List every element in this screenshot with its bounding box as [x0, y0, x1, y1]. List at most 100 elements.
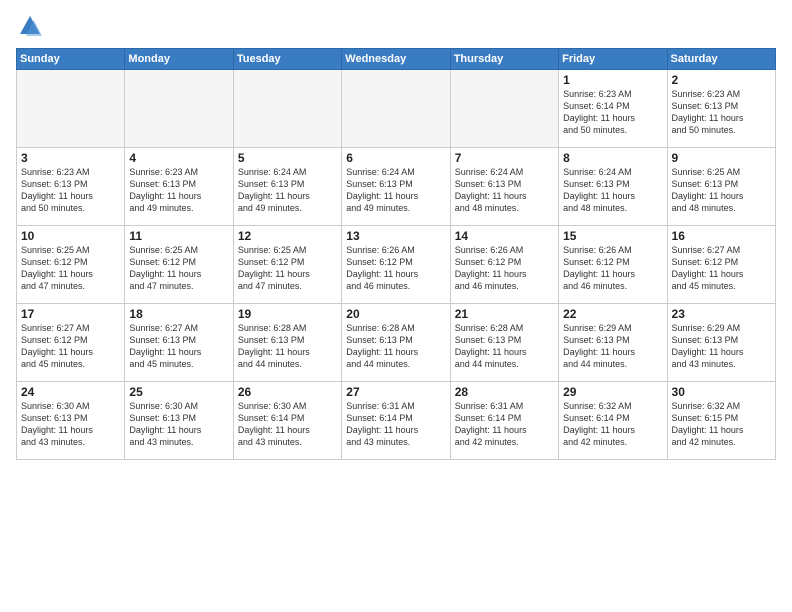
cell-info: and 49 minutes. [129, 202, 228, 214]
day-number: 1 [563, 73, 662, 87]
cell-info: Sunrise: 6:29 AM [672, 322, 771, 334]
cell-info: Sunset: 6:13 PM [672, 178, 771, 190]
logo [16, 12, 48, 40]
calendar-cell [125, 70, 233, 148]
cell-info: and 50 minutes. [563, 124, 662, 136]
cell-info: Daylight: 11 hours [21, 346, 120, 358]
calendar-cell [342, 70, 450, 148]
cell-info: Sunset: 6:12 PM [563, 256, 662, 268]
calendar-cell: 7Sunrise: 6:24 AMSunset: 6:13 PMDaylight… [450, 148, 558, 226]
cell-info: Daylight: 11 hours [563, 268, 662, 280]
day-number: 7 [455, 151, 554, 165]
cell-info: Sunrise: 6:31 AM [346, 400, 445, 412]
cell-info: Sunset: 6:12 PM [672, 256, 771, 268]
day-number: 23 [672, 307, 771, 321]
day-number: 8 [563, 151, 662, 165]
cell-info: Sunrise: 6:28 AM [455, 322, 554, 334]
calendar-cell: 30Sunrise: 6:32 AMSunset: 6:15 PMDayligh… [667, 382, 775, 460]
day-number: 30 [672, 385, 771, 399]
cell-info: Sunrise: 6:30 AM [129, 400, 228, 412]
weekday-thursday: Thursday [450, 49, 558, 70]
cell-info: and 42 minutes. [455, 436, 554, 448]
cell-info: Sunrise: 6:26 AM [455, 244, 554, 256]
calendar-cell: 18Sunrise: 6:27 AMSunset: 6:13 PMDayligh… [125, 304, 233, 382]
day-number: 3 [21, 151, 120, 165]
cell-info: and 47 minutes. [129, 280, 228, 292]
calendar-cell: 9Sunrise: 6:25 AMSunset: 6:13 PMDaylight… [667, 148, 775, 226]
cell-info: and 50 minutes. [672, 124, 771, 136]
calendar-cell: 2Sunrise: 6:23 AMSunset: 6:13 PMDaylight… [667, 70, 775, 148]
cell-info: Sunset: 6:12 PM [129, 256, 228, 268]
day-number: 26 [238, 385, 337, 399]
cell-info: and 45 minutes. [21, 358, 120, 370]
calendar-cell: 4Sunrise: 6:23 AMSunset: 6:13 PMDaylight… [125, 148, 233, 226]
cell-info: Sunset: 6:13 PM [21, 412, 120, 424]
week-row-2: 3Sunrise: 6:23 AMSunset: 6:13 PMDaylight… [17, 148, 776, 226]
cell-info: and 44 minutes. [563, 358, 662, 370]
calendar-cell: 25Sunrise: 6:30 AMSunset: 6:13 PMDayligh… [125, 382, 233, 460]
cell-info: Sunset: 6:15 PM [672, 412, 771, 424]
day-number: 22 [563, 307, 662, 321]
header [16, 12, 776, 40]
calendar-cell: 8Sunrise: 6:24 AMSunset: 6:13 PMDaylight… [559, 148, 667, 226]
page: SundayMondayTuesdayWednesdayThursdayFrid… [0, 0, 792, 612]
cell-info: Daylight: 11 hours [238, 268, 337, 280]
cell-info: and 48 minutes. [563, 202, 662, 214]
cell-info: Sunset: 6:13 PM [129, 334, 228, 346]
cell-info: Sunset: 6:14 PM [238, 412, 337, 424]
calendar-cell: 15Sunrise: 6:26 AMSunset: 6:12 PMDayligh… [559, 226, 667, 304]
cell-info: Sunrise: 6:27 AM [672, 244, 771, 256]
cell-info: Daylight: 11 hours [21, 268, 120, 280]
week-row-4: 17Sunrise: 6:27 AMSunset: 6:12 PMDayligh… [17, 304, 776, 382]
cell-info: and 47 minutes. [21, 280, 120, 292]
cell-info: Sunset: 6:13 PM [21, 178, 120, 190]
logo-icon [16, 12, 44, 40]
cell-info: Sunrise: 6:28 AM [238, 322, 337, 334]
calendar-cell: 11Sunrise: 6:25 AMSunset: 6:12 PMDayligh… [125, 226, 233, 304]
weekday-sunday: Sunday [17, 49, 125, 70]
cell-info: and 48 minutes. [672, 202, 771, 214]
day-number: 10 [21, 229, 120, 243]
week-row-5: 24Sunrise: 6:30 AMSunset: 6:13 PMDayligh… [17, 382, 776, 460]
cell-info: Sunrise: 6:31 AM [455, 400, 554, 412]
cell-info: Sunset: 6:12 PM [21, 334, 120, 346]
cell-info: Sunrise: 6:24 AM [563, 166, 662, 178]
calendar-cell: 13Sunrise: 6:26 AMSunset: 6:12 PMDayligh… [342, 226, 450, 304]
weekday-wednesday: Wednesday [342, 49, 450, 70]
cell-info: Daylight: 11 hours [455, 268, 554, 280]
cell-info: Sunset: 6:13 PM [346, 334, 445, 346]
calendar-cell [450, 70, 558, 148]
cell-info: Daylight: 11 hours [563, 112, 662, 124]
cell-info: Sunrise: 6:26 AM [346, 244, 445, 256]
weekday-header-row: SundayMondayTuesdayWednesdayThursdayFrid… [17, 49, 776, 70]
cell-info: and 44 minutes. [346, 358, 445, 370]
cell-info: Sunset: 6:13 PM [455, 334, 554, 346]
cell-info: Sunrise: 6:23 AM [672, 88, 771, 100]
cell-info: and 50 minutes. [21, 202, 120, 214]
cell-info: Sunrise: 6:23 AM [21, 166, 120, 178]
week-row-1: 1Sunrise: 6:23 AMSunset: 6:14 PMDaylight… [17, 70, 776, 148]
calendar-cell [17, 70, 125, 148]
cell-info: Sunrise: 6:27 AM [129, 322, 228, 334]
weekday-friday: Friday [559, 49, 667, 70]
cell-info: Daylight: 11 hours [672, 190, 771, 202]
cell-info: Sunrise: 6:23 AM [563, 88, 662, 100]
cell-info: Sunrise: 6:27 AM [21, 322, 120, 334]
calendar-cell: 5Sunrise: 6:24 AMSunset: 6:13 PMDaylight… [233, 148, 341, 226]
cell-info: Daylight: 11 hours [346, 190, 445, 202]
day-number: 17 [21, 307, 120, 321]
calendar-cell: 26Sunrise: 6:30 AMSunset: 6:14 PMDayligh… [233, 382, 341, 460]
calendar-cell: 12Sunrise: 6:25 AMSunset: 6:12 PMDayligh… [233, 226, 341, 304]
cell-info: Sunrise: 6:30 AM [238, 400, 337, 412]
day-number: 6 [346, 151, 445, 165]
calendar-cell: 21Sunrise: 6:28 AMSunset: 6:13 PMDayligh… [450, 304, 558, 382]
cell-info: Sunrise: 6:24 AM [346, 166, 445, 178]
cell-info: Sunrise: 6:23 AM [129, 166, 228, 178]
cell-info: and 43 minutes. [129, 436, 228, 448]
cell-info: Daylight: 11 hours [455, 346, 554, 358]
cell-info: Sunrise: 6:29 AM [563, 322, 662, 334]
cell-info: Sunrise: 6:25 AM [672, 166, 771, 178]
cell-info: Sunset: 6:13 PM [563, 334, 662, 346]
calendar-cell: 23Sunrise: 6:29 AMSunset: 6:13 PMDayligh… [667, 304, 775, 382]
cell-info: Daylight: 11 hours [21, 190, 120, 202]
